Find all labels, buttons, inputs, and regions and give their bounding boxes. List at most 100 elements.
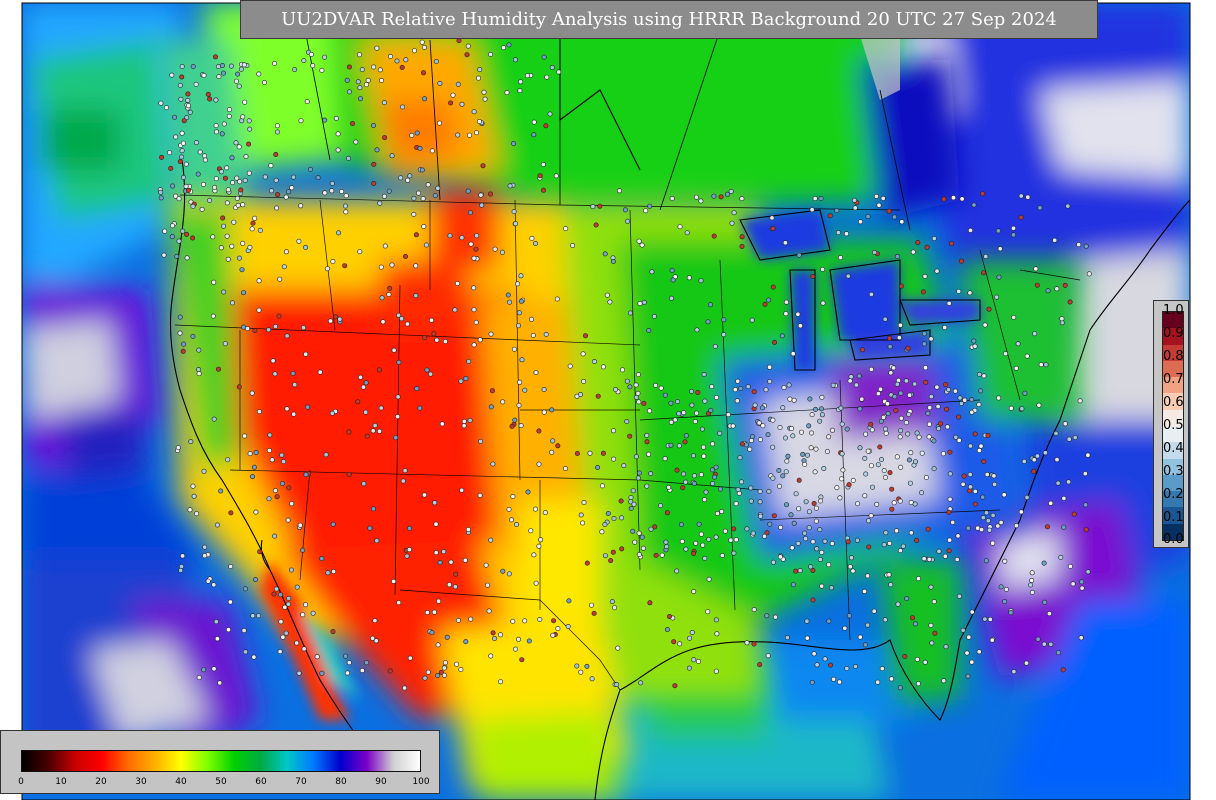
station-marker (863, 431, 869, 437)
station-marker (862, 455, 868, 461)
station-marker (419, 167, 425, 173)
station-marker (286, 595, 292, 601)
station-marker (698, 472, 704, 478)
station-marker (261, 80, 267, 86)
station-marker (228, 510, 234, 516)
station-marker (969, 609, 975, 615)
station-marker (324, 266, 330, 272)
station-marker (793, 568, 799, 574)
station-marker (882, 316, 888, 322)
station-marker (1061, 524, 1067, 530)
station-marker (389, 153, 395, 159)
station-marker (218, 245, 224, 251)
station-marker (461, 423, 467, 429)
station-marker (822, 656, 828, 662)
station-marker (528, 528, 534, 534)
station-marker (814, 546, 820, 552)
station-marker (246, 118, 252, 124)
station-marker (972, 431, 978, 437)
rh-tick-40: 40 (175, 777, 187, 787)
station-marker (531, 132, 537, 138)
station-marker (846, 613, 852, 619)
station-marker (374, 538, 380, 544)
station-marker (898, 415, 904, 421)
station-marker (1078, 635, 1084, 641)
station-marker (221, 289, 227, 295)
station-marker (1022, 390, 1028, 396)
station-marker (976, 401, 982, 407)
station-marker (180, 140, 186, 146)
station-marker (931, 599, 937, 605)
station-marker (307, 166, 313, 172)
station-marker (886, 208, 892, 214)
rh-tick-100: 100 (412, 777, 430, 787)
station-marker (941, 196, 947, 202)
station-marker (387, 285, 393, 291)
station-marker (914, 656, 920, 662)
station-marker (868, 513, 874, 519)
station-marker (471, 285, 477, 291)
station-marker (550, 632, 556, 638)
station-marker (657, 503, 663, 509)
station-marker (1058, 554, 1064, 560)
station-marker (230, 300, 236, 306)
station-marker (284, 406, 290, 412)
station-marker (448, 559, 454, 565)
station-marker (906, 457, 912, 463)
station-marker (329, 188, 335, 194)
station-marker (834, 208, 840, 214)
station-marker (809, 679, 815, 685)
station-marker (828, 585, 834, 591)
station-marker (399, 65, 405, 71)
station-marker (533, 369, 539, 375)
station-marker (272, 323, 278, 329)
station-marker (733, 501, 739, 507)
station-marker (436, 598, 442, 604)
station-marker (286, 485, 292, 491)
station-marker (701, 453, 707, 459)
station-marker (421, 492, 427, 498)
station-marker (784, 635, 790, 641)
station-marker (300, 547, 306, 553)
station-marker (891, 214, 897, 220)
station-marker (781, 384, 787, 390)
station-marker (788, 512, 794, 518)
station-marker (463, 639, 469, 645)
station-marker (662, 392, 668, 398)
station-marker (923, 379, 929, 385)
station-marker (1029, 577, 1035, 583)
station-marker (214, 129, 220, 135)
station-marker (231, 219, 237, 225)
station-marker (177, 159, 183, 165)
station-marker (728, 537, 734, 543)
station-marker (381, 100, 387, 106)
station-marker (524, 73, 530, 79)
station-marker (400, 478, 406, 484)
station-marker (698, 531, 704, 537)
station-marker (382, 243, 388, 249)
station-marker (267, 432, 273, 438)
station-marker (706, 536, 712, 542)
station-marker (987, 616, 993, 622)
station-marker (183, 183, 189, 189)
station-marker (711, 233, 717, 239)
station-marker (432, 193, 438, 199)
station-marker (990, 512, 996, 518)
station-marker (405, 177, 411, 183)
station-marker (851, 197, 857, 203)
station-marker (600, 364, 606, 370)
station-marker (277, 592, 283, 598)
station-marker (196, 347, 202, 353)
station-marker (888, 370, 894, 376)
station-marker (356, 52, 362, 58)
station-marker (506, 42, 512, 48)
station-marker (896, 335, 902, 341)
station-marker (897, 434, 903, 440)
station-marker (240, 114, 246, 120)
station-marker (946, 509, 952, 515)
station-marker (170, 223, 176, 229)
station-marker (487, 191, 493, 197)
station-marker (394, 58, 400, 64)
station-marker (763, 387, 769, 393)
station-marker (417, 405, 423, 411)
